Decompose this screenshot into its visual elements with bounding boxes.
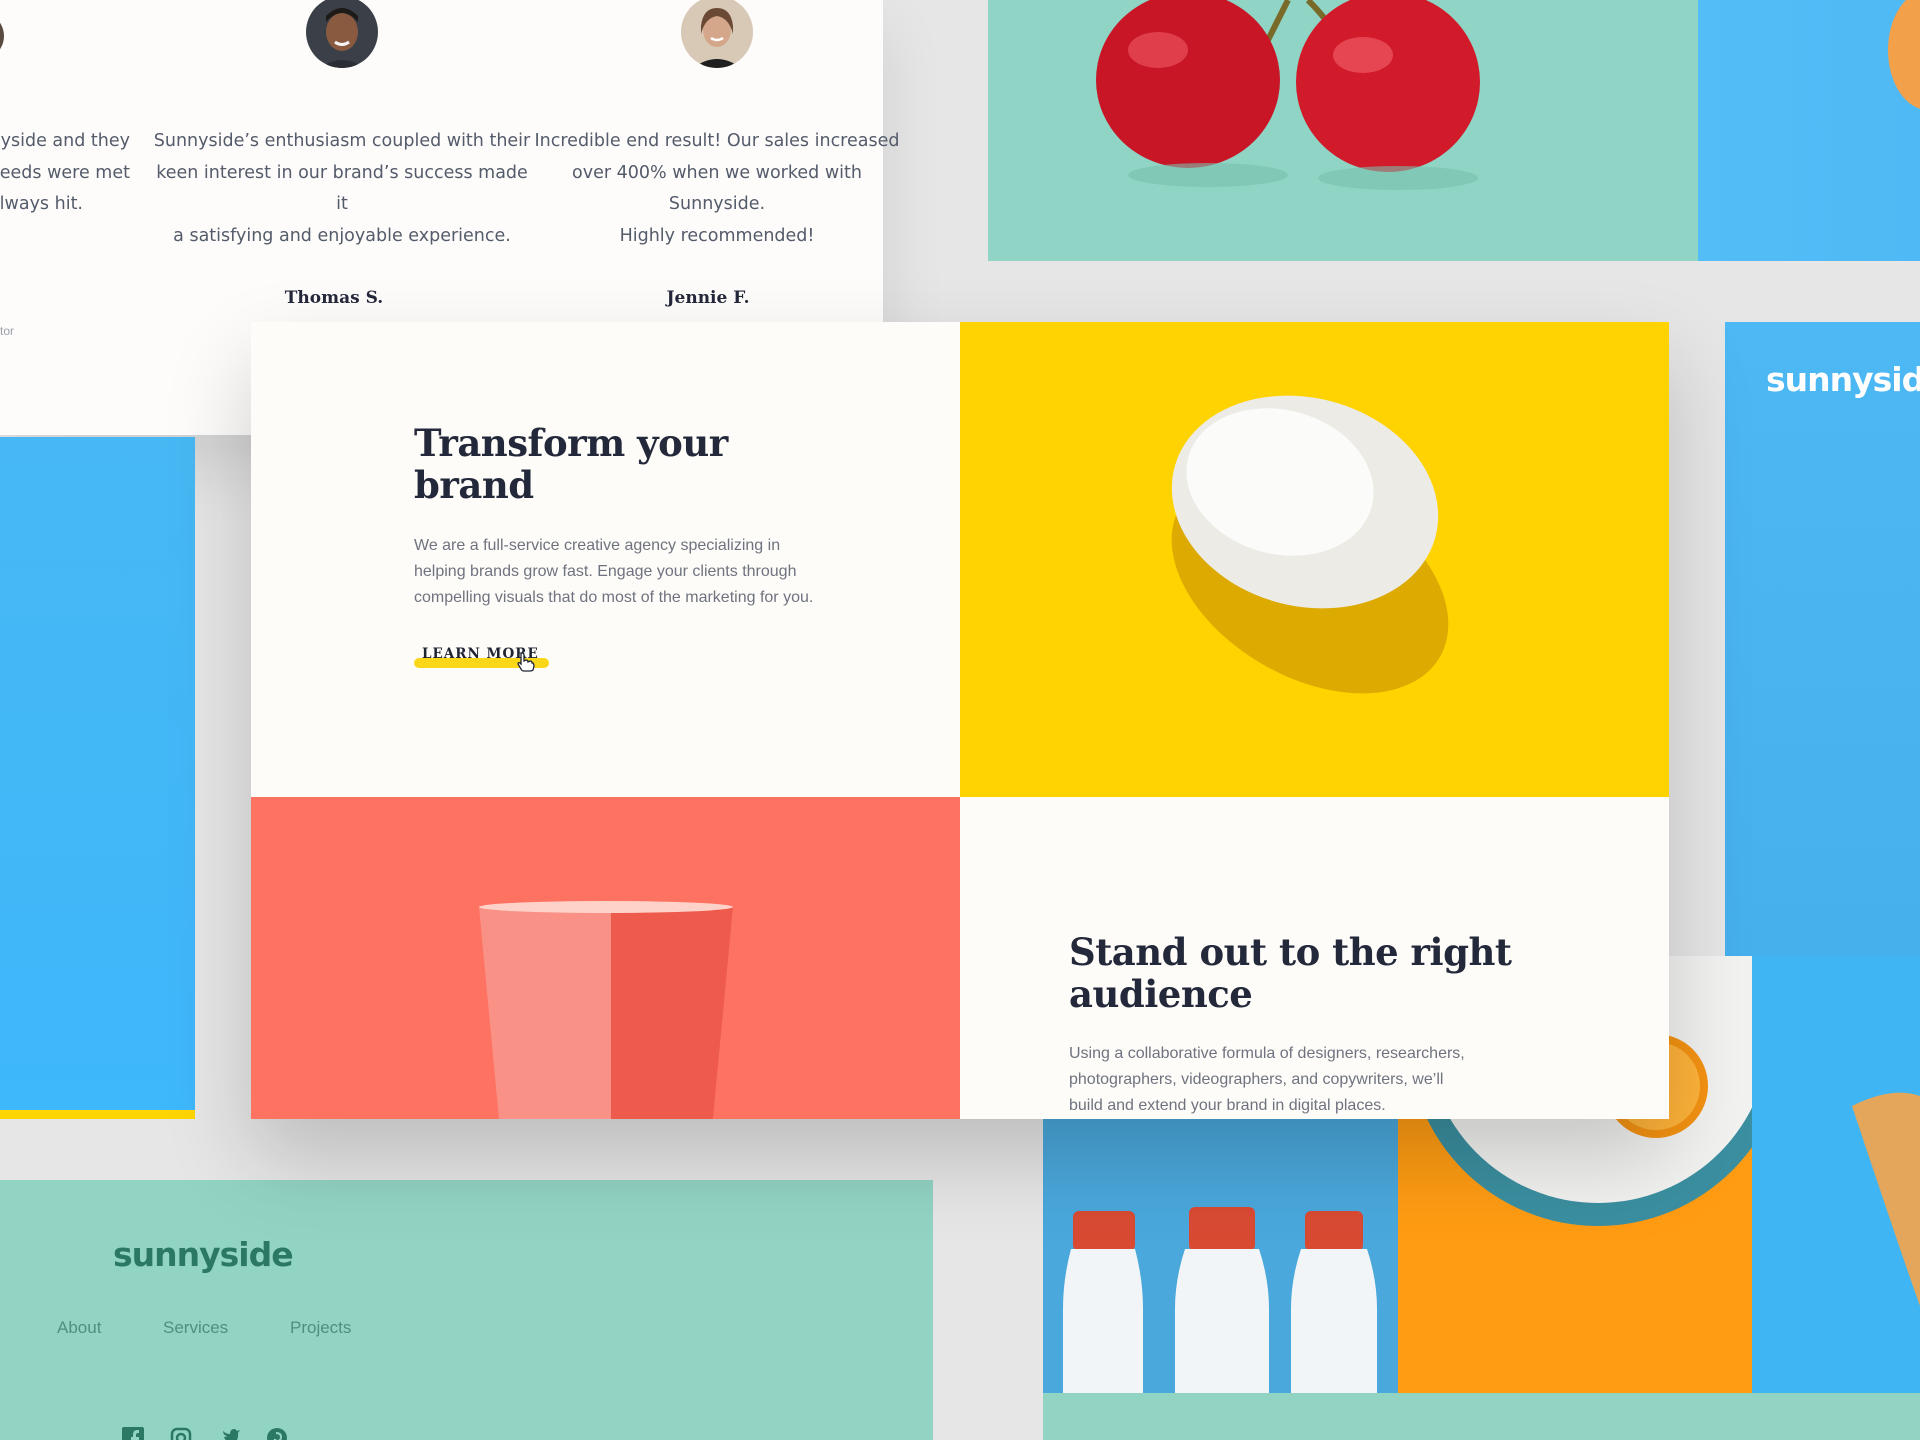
footer-link-services[interactable]: Services: [163, 1318, 228, 1338]
milk-bottles-image: [1043, 1119, 1398, 1393]
blue-panel: [1725, 322, 1920, 956]
body-line: photographers, videographers, and copywr…: [1069, 1071, 1444, 1088]
body-line: We are a full-service creative agency sp…: [414, 537, 781, 554]
heading-line: Stand out to the right: [1069, 930, 1512, 974]
heading-line: audience: [1069, 972, 1253, 1016]
testimonial-author: Thomas S.: [284, 288, 384, 308]
heading-line: brand: [414, 463, 534, 507]
egg-image: [960, 322, 1669, 797]
twitter-icon[interactable]: [218, 1427, 240, 1440]
stand-out-heading: Stand out to the right audience: [1069, 931, 1589, 1015]
quote-line: Highly recommended!: [619, 225, 815, 246]
quote-line: Incredible end result! Our sales increas…: [534, 131, 900, 151]
quote-line: r needs were met: [0, 162, 130, 183]
footer-logo[interactable]: sunnyside: [113, 1235, 294, 1274]
cup-image: [251, 797, 960, 1119]
footer: [0, 1180, 933, 1440]
ice-cream-image: [1752, 956, 1920, 1393]
testimonial-quote: Sunnyside’s enthusiasm coupled with thei…: [152, 126, 532, 252]
footer-link-projects[interactable]: Projects: [290, 1318, 351, 1338]
testimonial-quote: nyside and they r needs were met always …: [0, 126, 130, 221]
quote-line: keen interest in our brand’s success mad…: [156, 162, 528, 215]
instagram-icon[interactable]: [170, 1427, 192, 1440]
body-line: Using a collaborative formula of designe…: [1069, 1045, 1465, 1062]
testimonial-quote: Incredible end result! Our sales increas…: [527, 126, 907, 252]
yellow-stripe: [0, 1110, 195, 1119]
testimonial-role: tor: [0, 324, 15, 338]
blue-panel: [0, 437, 195, 1110]
quote-line: over 400% when we worked with Sunnyside.: [572, 162, 862, 215]
pinterest-icon[interactable]: [266, 1427, 288, 1440]
testimonial-author: Jennie F.: [666, 288, 750, 308]
cherries-image: [988, 0, 1698, 261]
blue-panel: [1698, 0, 1920, 261]
stand-out-body: Using a collaborative formula of designe…: [1069, 1041, 1529, 1119]
body-line: build and extend your brand in digital p…: [1069, 1097, 1386, 1114]
footer-link-about[interactable]: About: [57, 1318, 101, 1338]
transform-body: We are a full-service creative agency sp…: [414, 533, 874, 611]
quote-line: a satisfying and enjoyable experience.: [173, 225, 511, 246]
transform-heading: Transform your brand: [414, 422, 834, 506]
hand-pointer-icon: [517, 652, 535, 672]
quote-line: always hit.: [0, 194, 83, 214]
body-line: helping brands grow fast. Engage your cl…: [414, 563, 797, 580]
teal-panel: [1043, 1393, 1920, 1440]
heading-line: Transform your: [414, 421, 728, 465]
quote-line: Sunnyside’s enthusiasm coupled with thei…: [153, 131, 531, 151]
quote-line: nyside and they: [0, 131, 130, 151]
facebook-icon[interactable]: [122, 1427, 144, 1440]
body-line: compelling visuals that do most of the m…: [414, 589, 814, 606]
brand-logo[interactable]: sunnyside: [1766, 360, 1920, 399]
